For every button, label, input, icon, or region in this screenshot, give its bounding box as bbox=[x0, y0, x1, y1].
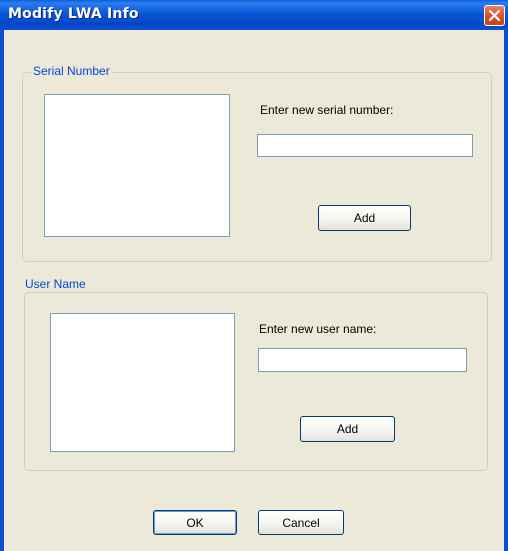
user-name-group-label: User Name bbox=[23, 277, 88, 291]
dialog-client-area: Serial Number Enter new serial number: A… bbox=[4, 30, 504, 551]
serial-number-list[interactable] bbox=[44, 94, 230, 237]
window-title: Modify LWA Info bbox=[8, 6, 139, 22]
user-name-input[interactable] bbox=[258, 348, 467, 372]
serial-number-prompt: Enter new serial number: bbox=[260, 103, 394, 117]
window-frame-right bbox=[504, 30, 508, 551]
close-button[interactable] bbox=[484, 5, 505, 26]
dialog-window: Modify LWA Info Serial Number Enter new … bbox=[0, 0, 508, 551]
serial-number-group-label: Serial Number bbox=[31, 64, 112, 78]
cancel-button[interactable]: Cancel bbox=[258, 510, 344, 535]
user-name-list[interactable] bbox=[50, 313, 235, 452]
ok-button[interactable]: OK bbox=[153, 510, 237, 535]
close-icon bbox=[488, 9, 501, 22]
title-bar[interactable]: Modify LWA Info bbox=[0, 0, 508, 30]
add-serial-number-button[interactable]: Add bbox=[318, 205, 411, 231]
add-user-name-button[interactable]: Add bbox=[300, 416, 395, 442]
user-name-prompt: Enter new user name: bbox=[259, 322, 377, 336]
serial-number-input[interactable] bbox=[257, 134, 473, 157]
